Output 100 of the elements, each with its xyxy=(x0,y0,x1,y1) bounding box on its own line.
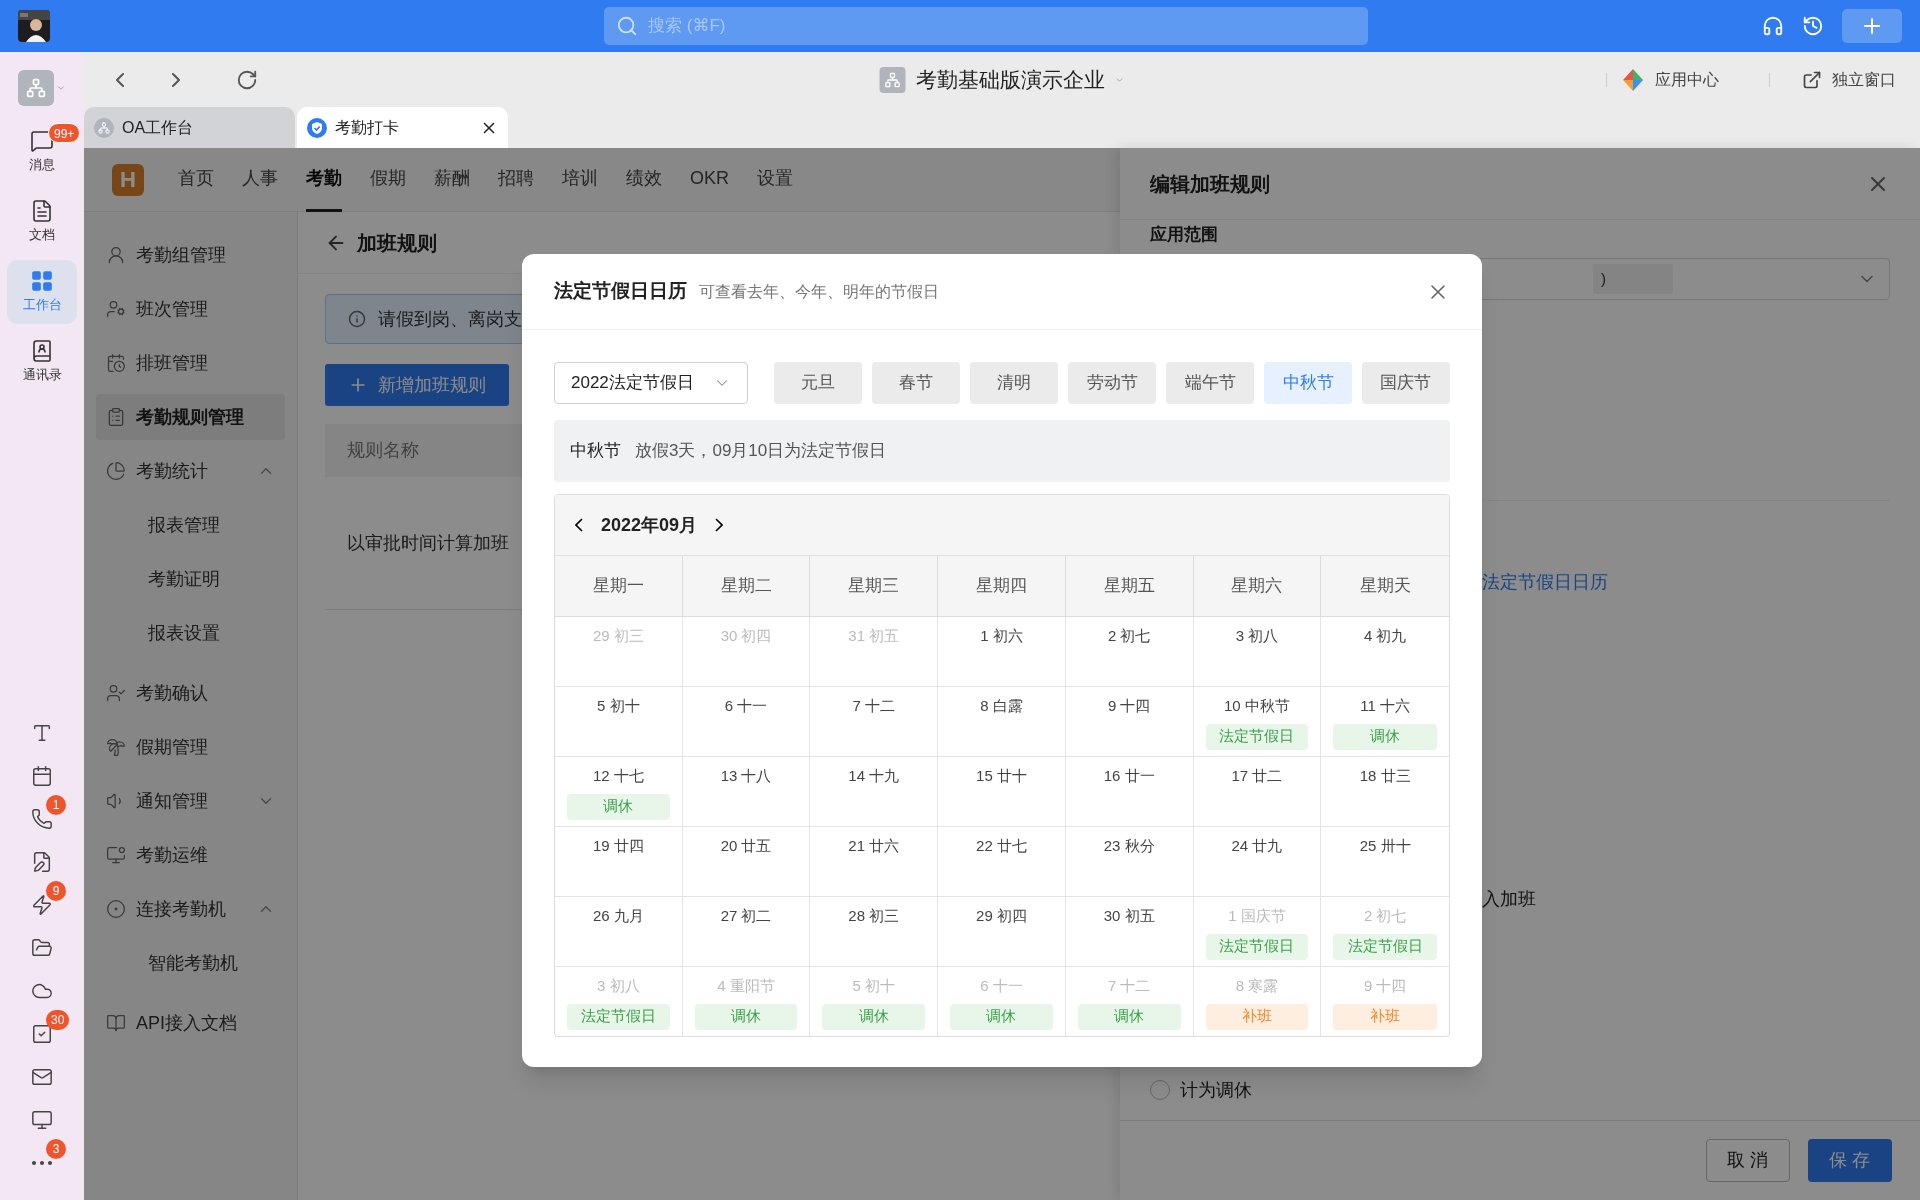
submenu-item[interactable]: 报表管理 xyxy=(96,502,285,548)
calendar-day-cell[interactable]: 7 十二 xyxy=(810,687,939,756)
weekday-header: 星期四 xyxy=(938,556,1066,616)
weekday-header: 星期一 xyxy=(555,556,683,616)
search-field[interactable]: 搜索 (⌘F) xyxy=(604,7,1368,45)
headset-icon xyxy=(1762,15,1784,37)
user-icon xyxy=(106,245,126,265)
calendar-day-cell[interactable]: 1 初六 xyxy=(938,617,1066,686)
menu-item[interactable]: 考勤统计 xyxy=(96,448,285,494)
browser-tab[interactable]: OA工作台 xyxy=(84,107,295,148)
calendar-day-cell[interactable]: 8 白露 xyxy=(938,687,1066,756)
holiday-tab[interactable]: 端午节 xyxy=(1166,362,1255,404)
calendar-day-cell[interactable]: 29 初四 xyxy=(938,897,1066,966)
calendar-day-cell[interactable]: 15 廿十 xyxy=(938,757,1066,826)
calendar-day-cell[interactable]: 14 十九 xyxy=(810,757,939,826)
holiday-tab[interactable]: 清明 xyxy=(970,362,1059,404)
menu-item[interactable]: 考勤规则管理 xyxy=(96,394,285,440)
day-tag: 法定节假日 xyxy=(1205,723,1309,750)
app-center-button[interactable]: 应用中心 xyxy=(1621,67,1719,92)
calendar-day-cell[interactable]: 18 廿三 xyxy=(1321,757,1449,826)
calendar-day-cell[interactable]: 26 九月 xyxy=(555,897,683,966)
calendar-day-cell[interactable]: 9 十四 xyxy=(1065,687,1194,756)
submenu-item[interactable]: 考勤证明 xyxy=(96,556,285,602)
weekday-header: 星期二 xyxy=(682,556,811,616)
menu-item[interactable]: 考勤组管理 xyxy=(96,232,285,278)
holiday-tab[interactable]: 春节 xyxy=(872,362,961,404)
menu-item[interactable]: 通知管理 xyxy=(96,778,285,824)
page-title: 加班规则 xyxy=(357,230,437,256)
holiday-tab[interactable]: 中秋节 xyxy=(1264,362,1352,404)
calendar-day-cell[interactable]: 28 初三 xyxy=(810,897,939,966)
holiday-tab[interactable]: 元旦 xyxy=(774,362,863,404)
mail-icon xyxy=(31,1066,53,1088)
calendar-day-cell[interactable]: 13 十八 xyxy=(682,757,811,826)
calendar-day-cell[interactable]: 17 廿二 xyxy=(1193,757,1322,826)
next-month-button[interactable] xyxy=(715,518,724,532)
calendar-day-cell[interactable]: 6 十一 xyxy=(682,687,811,756)
menu-item[interactable]: 排班管理 xyxy=(96,340,285,386)
holiday-description: 放假3天，09月10日为法定节假日 xyxy=(635,440,887,463)
cancel-button[interactable]: 取 消 xyxy=(1706,1139,1790,1182)
add-button[interactable] xyxy=(1842,9,1902,43)
year-select[interactable]: 2022法定节假日 xyxy=(554,362,749,404)
calendar-day-cell[interactable]: 20 廿五 xyxy=(682,827,811,896)
day-tag: 调休 xyxy=(1077,1003,1181,1030)
support-button[interactable] xyxy=(1762,15,1784,37)
submenu-item[interactable]: 报表设置 xyxy=(96,610,285,656)
history-button[interactable] xyxy=(1802,15,1824,37)
calendar-day-cell[interactable]: 24 廿九 xyxy=(1193,827,1322,896)
holiday-tab[interactable]: 劳动节 xyxy=(1068,362,1157,404)
count-badge: 9 xyxy=(46,881,66,901)
menu-item[interactable]: 假期管理 xyxy=(96,724,285,770)
browser-tab[interactable]: 考勤打卡 xyxy=(297,107,508,148)
menu-item[interactable]: 考勤运维 xyxy=(96,832,285,878)
calendar-day-cell[interactable]: 12 十七 调休 xyxy=(555,757,683,826)
book-icon xyxy=(106,1013,126,1033)
calendar-day-cell[interactable]: 30 初五 xyxy=(1065,897,1194,966)
rail-item[interactable]: 通讯录 xyxy=(7,330,77,394)
external-window-icon xyxy=(1802,69,1822,90)
holiday-tab[interactable]: 国庆节 xyxy=(1362,362,1450,404)
calendar-day-cell[interactable]: 19 廿四 xyxy=(555,827,683,896)
calendar-day-cell[interactable]: 4 初九 xyxy=(1321,617,1449,686)
count-badge: 3 xyxy=(46,1139,66,1159)
calendar-day-cell[interactable]: 27 初二 xyxy=(682,897,811,966)
day-tag: 调休 xyxy=(822,1003,926,1030)
menu-item[interactable]: 班次管理 xyxy=(96,286,285,332)
calendar-day-cell[interactable]: 5 初十 xyxy=(555,687,683,756)
calendar-day-cell[interactable]: 11 十六 调休 xyxy=(1321,687,1449,756)
calendar-day-cell[interactable]: 2 初七 xyxy=(1065,617,1194,686)
table-cell-text: 以审批时间计算加班 xyxy=(347,531,509,555)
calendar-day-cell[interactable]: 22 廿七 xyxy=(938,827,1066,896)
menu-item[interactable]: API接入文档 xyxy=(96,1000,285,1046)
organization-icon xyxy=(879,66,906,93)
day-tag: 法定节假日 xyxy=(1205,933,1309,960)
calendar-day-cell[interactable]: 25 卅十 xyxy=(1321,827,1449,896)
option-text: 入加班 xyxy=(1482,887,1536,911)
weekday-header: 星期五 xyxy=(1065,556,1194,616)
radio-option[interactable]: 计为调休 xyxy=(1150,1076,1252,1104)
previous-month-button[interactable] xyxy=(575,518,583,532)
shield-check-icon xyxy=(307,117,327,138)
search-icon xyxy=(616,15,638,37)
calendar-day-cell[interactable]: 16 廿一 xyxy=(1065,757,1194,826)
rail-item[interactable]: 文档 xyxy=(7,190,77,254)
organization-icon xyxy=(94,117,114,138)
weekday-header: 星期三 xyxy=(810,556,939,616)
day-tag: 法定节假日 xyxy=(567,1003,670,1030)
submenu-item[interactable]: 智能考勤机 xyxy=(96,940,285,986)
document-icon xyxy=(30,199,54,224)
standalone-window-button[interactable]: 独立窗口 xyxy=(1802,67,1896,92)
count-badge: 30 xyxy=(46,1010,70,1030)
calendar-day-cell[interactable]: 3 初八 xyxy=(1193,617,1322,686)
menu-item[interactable]: 考勤确认 xyxy=(96,670,285,716)
calendar-day-cell[interactable]: 21 廿六 xyxy=(810,827,939,896)
organization-title[interactable]: 考勤基础版演示企业 xyxy=(915,63,1105,96)
calendar-day-cell[interactable]: 23 秋分 xyxy=(1065,827,1194,896)
menu-item[interactable]: 连接考勤机 xyxy=(96,886,285,932)
calendar-day-cell[interactable]: 10 中秋节 法定节假日 xyxy=(1193,687,1322,756)
day-tag: 补班 xyxy=(1333,1003,1437,1030)
user-gear-icon xyxy=(106,299,126,319)
reload-button[interactable] xyxy=(236,68,258,91)
palm-tree-icon xyxy=(106,737,126,757)
text-icon xyxy=(31,722,53,744)
